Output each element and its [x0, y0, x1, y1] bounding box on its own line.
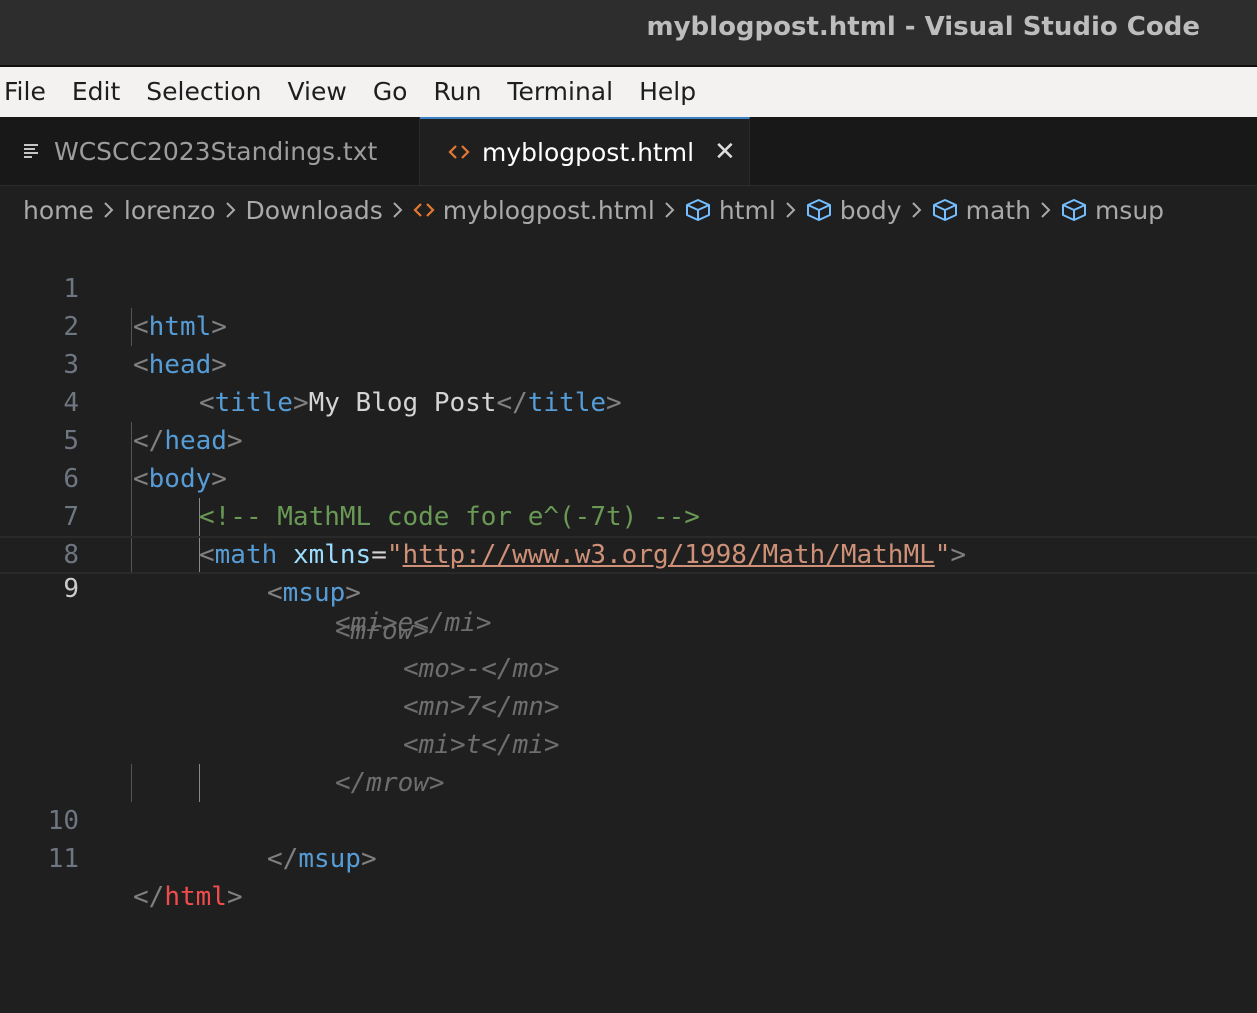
token: msup — [298, 844, 361, 874]
code-line-current: 9 <mi>e</mi> — [0, 536, 1257, 638]
menu-run[interactable]: Run — [420, 67, 494, 117]
cube-icon — [1061, 199, 1086, 221]
token: > — [360, 844, 377, 874]
chevron-right-icon — [1040, 201, 1052, 219]
close-icon[interactable]: ✕ — [714, 137, 736, 167]
menu-bar: File Edit Selection View Go Run Terminal… — [0, 67, 1257, 117]
token: </ — [267, 844, 299, 874]
breadcrumb-downloads[interactable]: Downloads — [246, 196, 383, 225]
code-line: 4 </head> — [0, 346, 1257, 456]
code-line: 6 <!-- MathML code for e^(-7t) --> — [0, 422, 1257, 532]
breadcrumb-symbol-body[interactable]: body — [806, 196, 902, 225]
code-line: 11 </html> — [0, 802, 1257, 912]
cube-icon — [685, 199, 710, 221]
editor-tab-bar: WCSCC2023Standings.txt myblogpost.html ✕ — [0, 117, 1257, 186]
text-file-icon — [22, 142, 42, 160]
chevron-right-icon — [103, 201, 115, 219]
tab-myblogpost[interactable]: myblogpost.html ✕ — [420, 117, 750, 185]
token: </ — [133, 882, 165, 912]
menu-go[interactable]: Go — [360, 67, 421, 117]
breadcrumb-symbol-html[interactable]: html — [685, 196, 776, 225]
ghost-line: <mn>7</mn> — [0, 650, 1257, 722]
breadcrumb-file-label: myblogpost.html — [442, 195, 655, 225]
cube-icon — [806, 199, 831, 221]
html-file-icon — [448, 144, 470, 160]
title-bar: myblogpost.html - Visual Studio Code — [0, 0, 1257, 67]
breadcrumb-symbol-msup[interactable]: msup — [1061, 196, 1164, 225]
breadcrumb-symbol-math[interactable]: math — [932, 196, 1031, 225]
symbol-label: body — [839, 195, 902, 225]
chevron-right-icon — [785, 201, 797, 219]
menu-help[interactable]: Help — [626, 67, 709, 117]
chevron-right-icon — [392, 201, 404, 219]
ghost-line: <mi>t</mi> — [0, 688, 1257, 760]
code-line: 7 <math xmlns="http://www.w3.org/1998/Ma… — [0, 460, 1257, 570]
breadcrumb-lorenzo[interactable]: lorenzo — [124, 196, 216, 225]
menu-selection[interactable]: Selection — [133, 67, 274, 117]
line-number: 11 — [47, 844, 79, 874]
token: > — [226, 882, 243, 912]
chevron-right-icon — [225, 201, 237, 219]
code-editor[interactable]: 1 <html> 2 <head> 3 <title>My Blog Post<… — [0, 232, 1257, 1013]
cube-icon — [932, 199, 957, 221]
code-line: 1 <html> — [0, 232, 1257, 342]
ghost-line: <mo>-</mo> — [0, 612, 1257, 684]
tab-wcscc2023standings[interactable]: WCSCC2023Standings.txt — [0, 117, 420, 185]
code-line: 2 <head> — [0, 270, 1257, 380]
symbol-label: msup — [1094, 195, 1165, 225]
menu-view[interactable]: View — [274, 67, 359, 117]
menu-file[interactable]: File — [0, 67, 59, 117]
tab-label: myblogpost.html — [482, 137, 695, 167]
code-line: 5 <body> — [0, 384, 1257, 494]
menu-terminal[interactable]: Terminal — [494, 67, 626, 117]
code-line: 3 <title>My Blog Post</title> — [0, 308, 1257, 418]
token: html — [164, 882, 227, 912]
breadcrumb-home[interactable]: home — [23, 196, 94, 225]
chevron-right-icon — [664, 201, 676, 219]
tab-label: WCSCC2023Standings.txt — [54, 136, 378, 166]
breadcrumb: home lorenzo Downloads myblogpost.html h… — [23, 188, 1164, 232]
html-file-icon — [413, 203, 435, 217]
ghost-line: </mrow> — [0, 726, 1257, 798]
ghost-line: <mrow> — [0, 574, 1257, 646]
chevron-right-icon — [911, 201, 923, 219]
code-line: 10 </msup> — [0, 764, 1257, 874]
menu-edit[interactable]: Edit — [59, 67, 133, 117]
symbol-label: html — [718, 195, 776, 225]
breadcrumb-file[interactable]: myblogpost.html — [413, 196, 655, 225]
symbol-label: math — [965, 195, 1031, 225]
code-line: 8 <msup> — [0, 498, 1257, 608]
window-title: myblogpost.html - Visual Studio Code — [646, 12, 1201, 42]
